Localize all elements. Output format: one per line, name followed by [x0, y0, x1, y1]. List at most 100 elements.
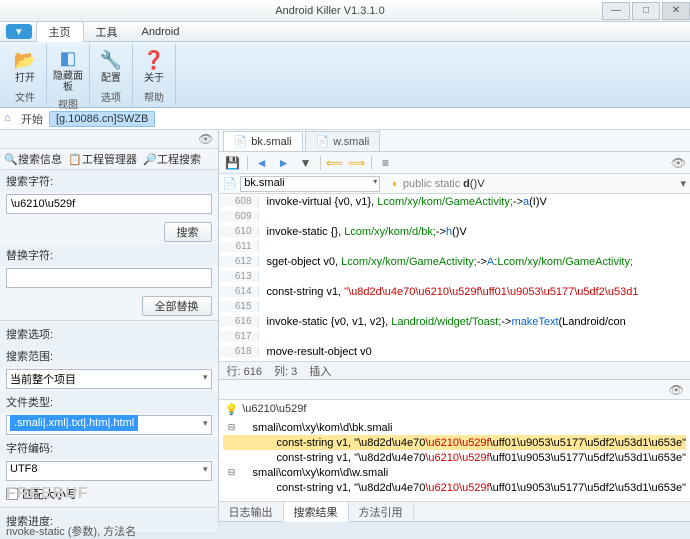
eye-icon[interactable]: 👁 [198, 132, 213, 146]
code-line[interactable]: 616invoke-static {v0, v1, v2}, Landroid/… [219, 314, 690, 329]
search-input[interactable] [6, 194, 212, 214]
open-label: 打开 [15, 73, 35, 84]
statusbar: nvoke-static (参数), 方法名 [0, 521, 690, 539]
match-case-checkbox[interactable] [6, 488, 18, 500]
tab-home[interactable]: 主页 [36, 21, 84, 42]
tab-search-results[interactable]: 搜索结果 [284, 501, 349, 522]
replace-input[interactable] [6, 268, 212, 288]
editor-status: 行: 616 列: 3 插入 [219, 361, 690, 379]
code-line[interactable]: 608invoke-virtual {v0, v1}, Lcom/xy/kom/… [219, 194, 690, 209]
code-line[interactable]: 615 [219, 299, 690, 314]
code-line[interactable]: 613 [219, 269, 690, 284]
encoding-label: 字符编码: [0, 437, 218, 459]
sidebar-tab-projsearch[interactable]: 🔎工程搜索 [143, 151, 201, 167]
results-tabs: 日志输出 搜索结果 方法引用 [219, 501, 690, 521]
main-area: 📄bk.smali 📄w.smali 💾 ◄ ► ▼ ⟸ ⟹ ≡ 👁 📄 bk.… [219, 130, 690, 521]
code-line[interactable]: 619 [219, 359, 690, 361]
group-file-label: 文件 [15, 88, 35, 105]
tree-row[interactable]: const-string v1, "\u8d2d\u4e70\u6210\u52… [223, 435, 686, 450]
function-bar: 📄 bk.smali ◐ public static d()V ▾ [219, 174, 690, 194]
function-signature[interactable]: public static d()V [403, 178, 485, 190]
panel-icon: ◧ [56, 46, 80, 70]
sidebar: 👁 🔍搜索信息 📋工程管理器 🔎工程搜索 搜索字符: 搜索 替换字符: 全部替换… [0, 130, 219, 521]
code-line[interactable]: 612sget-object v0, Lcom/xy/kom/GameActiv… [219, 254, 690, 269]
ribbon: 📂 打开 文件 ◧ 隐藏面板 视图 🔧 配置 选项 ❓ 关于 帮助 [0, 42, 690, 108]
sidebar-tab-project[interactable]: 📋工程管理器 [68, 151, 137, 167]
match-case-label: 匹配大小写 [22, 486, 77, 502]
window-title: Android Killer V1.3.1.0 [60, 5, 600, 17]
nav-fwd-button[interactable]: ► [274, 154, 294, 172]
sidebar-tabs: 👁 [0, 130, 218, 149]
replace-label: 替换字符: [0, 244, 218, 266]
file-icon: 📄 [223, 177, 237, 190]
list-button[interactable]: ≡ [376, 154, 396, 172]
code-line[interactable]: 610invoke-static {}, Lcom/xy/kom/d/bk;->… [219, 224, 690, 239]
file-tab-w[interactable]: 📄w.smali [305, 131, 381, 151]
crumb-start[interactable]: 开始 [21, 111, 43, 127]
maximize-button[interactable]: □ [632, 2, 660, 20]
eye-icon[interactable]: 👁 [671, 156, 686, 170]
nav-down-button[interactable]: ▼ [296, 154, 316, 172]
project-icon: 📋 [68, 153, 80, 165]
search-chars-label: 搜索字符: [0, 170, 218, 192]
minimize-button[interactable]: — [602, 2, 630, 20]
filetype-label: 文件类型: [0, 391, 218, 413]
filetype-select[interactable]: .smali|.xml|.txt|.htm|.html [6, 415, 212, 435]
hide-panel-label: 隐藏面板 [51, 71, 85, 93]
scope-label: 搜索范围: [0, 345, 218, 367]
home-icon[interactable]: ⌂ [4, 112, 18, 126]
tab-method-ref[interactable]: 方法引用 [349, 502, 414, 522]
tab-log[interactable]: 日志输出 [219, 502, 284, 522]
code-editor[interactable]: 608invoke-virtual {v0, v1}, Lcom/xy/kom/… [219, 194, 690, 361]
code-line[interactable]: 611 [219, 239, 690, 254]
code-toolbar: 💾 ◄ ► ▼ ⟸ ⟹ ≡ 👁 [219, 152, 690, 174]
undo-button[interactable]: ⟸ [325, 154, 345, 172]
group-help-label: 帮助 [144, 88, 164, 105]
search-results-pane: 👁 💡 \u6210\u529f ⊟smali\com\xy\kom\d\bk.… [219, 379, 690, 521]
wrench-icon: 🔧 [99, 48, 123, 72]
code-line[interactable]: 617 [219, 329, 690, 344]
about-label: 关于 [144, 73, 164, 84]
menu-dropdown[interactable]: ▾ [6, 24, 32, 39]
hide-panel-button[interactable]: ◧ 隐藏面板 [49, 44, 87, 95]
group-view-label: 视图 [58, 95, 78, 112]
tree-row[interactable]: const-string v1, "\u8d2d\u4e70\u6210\u52… [223, 450, 686, 465]
breadcrumb-bar: ⌂ 开始 [g.10086.cn]SWZB [0, 108, 690, 130]
code-line[interactable]: 614const-string v1, "\u8d2d\u4e70\u6210\… [219, 284, 690, 299]
results-tree[interactable]: ⊟smali\com\xy\kom\d\bk.smaliconst-string… [219, 418, 690, 501]
search-icon: 🔍 [4, 153, 16, 165]
open-button[interactable]: 📂 打开 [6, 44, 44, 88]
file-icon: 📄 [316, 135, 330, 148]
nav-back-button[interactable]: ◄ [252, 154, 272, 172]
replace-all-button[interactable]: 全部替换 [142, 296, 212, 316]
code-line[interactable]: 618move-result-object v0 [219, 344, 690, 359]
file-icon: 📄 [234, 135, 248, 148]
tab-tools[interactable]: 工具 [84, 22, 130, 42]
tree-row[interactable]: ⊟smali\com\xy\kom\d\w.smali [223, 465, 686, 480]
file-tabs: 📄bk.smali 📄w.smali [219, 130, 690, 152]
titlebar: Android Killer V1.3.1.0 — □ ✕ [0, 0, 690, 22]
options-label: 搜索选项: [0, 323, 218, 345]
search-icon: 🔎 [143, 153, 155, 165]
file-tab-bk[interactable]: 📄bk.smali [223, 131, 303, 151]
visibility-icon: ◐ [392, 178, 399, 190]
config-button[interactable]: 🔧 配置 [92, 44, 130, 88]
code-line[interactable]: 609 [219, 209, 690, 224]
scope-select[interactable]: 当前整个项目 [6, 369, 212, 389]
redo-button[interactable]: ⟹ [347, 154, 367, 172]
question-icon: ❓ [142, 48, 166, 72]
tab-android[interactable]: Android [130, 24, 192, 40]
file-select[interactable]: bk.smali [240, 176, 380, 192]
eye-icon[interactable]: 👁 [669, 383, 684, 397]
tree-row[interactable]: const-string v1, "\u8d2d\u4e70\u6210\u52… [223, 480, 686, 495]
about-button[interactable]: ❓ 关于 [135, 44, 173, 88]
close-button[interactable]: ✕ [662, 2, 690, 20]
folder-open-icon: 📂 [13, 48, 37, 72]
group-options-label: 选项 [101, 88, 121, 105]
sidebar-tab-search[interactable]: 🔍搜索信息 [4, 151, 62, 167]
crumb-project[interactable]: [g.10086.cn]SWZB [49, 111, 155, 127]
save-button[interactable]: 💾 [223, 154, 243, 172]
search-button[interactable]: 搜索 [164, 222, 212, 242]
encoding-select[interactable]: UTF8 [6, 461, 212, 481]
tree-row[interactable]: ⊟smali\com\xy\kom\d\bk.smali [223, 420, 686, 435]
